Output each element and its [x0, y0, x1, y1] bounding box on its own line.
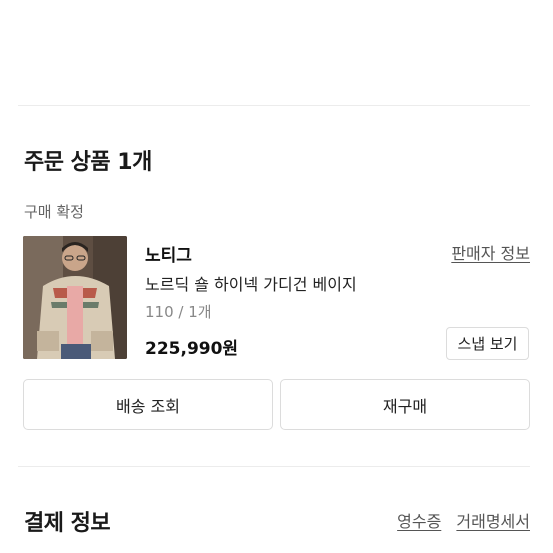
- seller-info-link[interactable]: 판매자 정보: [451, 240, 530, 264]
- snap-view-button[interactable]: 스냅 보기: [446, 327, 529, 360]
- product-photo-icon: [23, 236, 127, 359]
- product-image[interactable]: [23, 236, 127, 359]
- receipt-links: 영수증 거래명세서: [387, 508, 530, 532]
- transaction-statement-link[interactable]: 거래명세서: [456, 512, 530, 531]
- product-brand[interactable]: 노티그: [145, 241, 192, 266]
- top-divider: [18, 105, 530, 106]
- receipt-link[interactable]: 영수증: [397, 512, 441, 531]
- purchase-status: 구매 확정: [24, 203, 84, 221]
- order-items-title: 주문 상품 1개: [24, 150, 152, 175]
- middle-divider: [18, 466, 530, 467]
- reorder-button[interactable]: 재구매: [280, 379, 530, 430]
- product-name[interactable]: 노르딕 숄 하이넥 가디건 베이지: [145, 271, 357, 295]
- payment-info-title: 결제 정보: [24, 511, 111, 536]
- product-price: 225,990원: [145, 339, 239, 359]
- product-option: 110 / 1개: [145, 303, 212, 321]
- delivery-tracking-button[interactable]: 배송 조회: [23, 379, 273, 430]
